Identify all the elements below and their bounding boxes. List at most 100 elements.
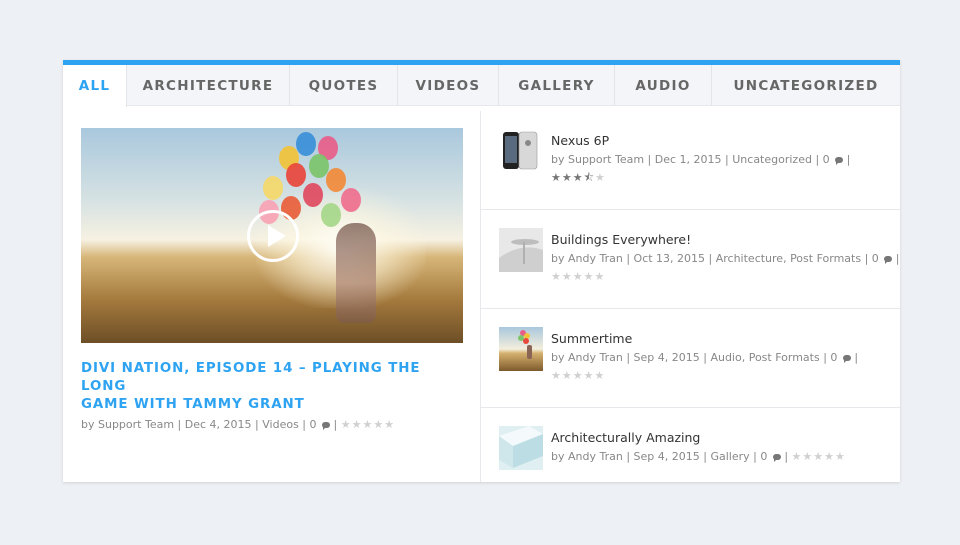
star-icon: ★ [551,369,562,382]
balloon [321,203,341,227]
star-icon: ★ [572,369,584,382]
comment-count: 0 [871,252,879,265]
comment-count: 0 [760,450,768,463]
comments-link[interactable]: 0 [310,418,331,431]
rating-stars: ★★★⯪★ [551,170,606,186]
star-icon: ★ [340,418,352,431]
author-link[interactable]: Andy Tran [568,351,623,364]
post-tabs-widget: ALL ARCHITECTURE QUOTES VIDEOS GALLERY A… [63,60,900,482]
author-link[interactable]: Support Team [98,418,174,431]
recent-posts-list: Nexus 6P by Support Team | Dec 1, 2015 |… [481,111,900,507]
featured-video-thumbnail[interactable] [81,128,463,343]
star-icon: ★ [384,418,396,431]
star-icon: ★ [835,450,846,463]
comment-count: 0 [830,351,838,364]
post-thumbnail-summer[interactable] [499,327,543,371]
star-icon: ★ [594,270,606,283]
list-item: Nexus 6P by Support Team | Dec 1, 2015 |… [481,111,900,210]
star-icon: ⯪ [583,171,596,184]
post-title[interactable]: Architecturally Amazing [551,430,700,445]
post-date: Dec 4, 2015 [184,418,252,431]
post-meta: by Andy Tran | Oct 13, 2015 | Architectu… [551,252,900,265]
comment-icon [772,454,781,462]
featured-post-title[interactable]: DIVI NATION, EPISODE 14 – PLAYING THE LO… [81,360,463,414]
featured-title-line-1: DIVI NATION, EPISODE 14 – PLAYING THE LO… [81,361,421,394]
post-thumbnail-arch[interactable] [499,426,543,470]
tab-gallery[interactable]: GALLERY [499,65,615,106]
by-label: by [551,450,565,463]
author-link[interactable]: Support Team [568,153,644,166]
list-item: Buildings Everywhere! by Andy Tran | Oct… [481,210,900,309]
rating-stars: ★★★★★ [551,368,605,384]
star-icon: ★ [813,450,825,463]
comment-icon [842,355,851,363]
tab-audio[interactable]: AUDIO [615,65,712,106]
category-link[interactable]: Architecture, Post Formats [716,252,861,265]
comments-link[interactable]: 0 [823,153,844,166]
comments-link[interactable]: 0 [872,252,893,265]
star-icon: ★ [824,450,836,463]
author-link[interactable]: Andy Tran [568,252,623,265]
category-link[interactable]: Uncategorized [732,153,812,166]
star-icon: ★ [373,418,385,431]
balloon [286,163,306,187]
post-title[interactable]: Summertime [551,331,632,346]
list-item: Summertime by Andy Tran | Sep 4, 2015 | … [481,309,900,408]
comments-link[interactable]: 0 [830,351,851,364]
post-date: Oct 13, 2015 [633,252,706,265]
star-icon: ★ [561,270,573,283]
post-title[interactable]: Nexus 6P [551,133,609,148]
post-meta: by Andy Tran | Sep 4, 2015 | Gallery | 0… [551,449,846,465]
tab-videos[interactable]: VIDEOS [398,65,499,106]
star-icon: ★ [572,171,584,184]
post-thumbnail-building[interactable] [499,228,543,272]
star-icon: ★ [551,171,562,184]
star-icon: ★ [551,270,562,283]
balloon [303,183,323,207]
category-link[interactable]: Gallery [710,450,749,463]
category-link[interactable]: Audio, Post Formats [710,351,819,364]
star-icon: ★ [594,369,606,382]
post-date: Sep 4, 2015 [633,450,700,463]
post-date: Sep 4, 2015 [633,351,700,364]
by-label: by [551,252,565,265]
girl-silhouette [336,223,376,323]
balloon [296,132,316,156]
tab-architecture[interactable]: ARCHITECTURE [127,65,290,106]
star-icon: ★ [595,171,606,184]
post-date: Dec 1, 2015 [654,153,722,166]
tab-quotes[interactable]: QUOTES [290,65,398,106]
star-icon: ★ [791,450,803,463]
post-rating: ★★★★★ [551,269,605,285]
comments-link[interactable]: 0 [760,450,781,463]
by-label: by [551,153,565,166]
featured-post-meta: by Support Team | Dec 4, 2015 | Videos |… [81,418,396,431]
post-thumbnail-phone[interactable] [499,129,543,173]
category-link[interactable]: Videos [262,418,299,431]
star-icon: ★ [561,369,573,382]
star-icon: ★ [351,418,363,431]
list-item: Architecturally Amazing by Andy Tran | S… [481,408,900,507]
tab-all[interactable]: ALL [63,65,127,107]
star-icon: ★ [583,270,595,283]
tab-content: DIVI NATION, EPISODE 14 – PLAYING THE LO… [63,111,900,482]
play-icon[interactable] [247,210,299,262]
comment-icon [835,157,844,165]
post-title[interactable]: Buildings Everywhere! [551,232,691,247]
rating-stars: ★★★★★ [551,269,605,285]
balloon [263,176,283,200]
post-rating: ★★★★★ [551,368,605,384]
featured-post: DIVI NATION, EPISODE 14 – PLAYING THE LO… [81,128,463,433]
balloon [341,188,361,212]
tab-uncategorized[interactable]: UNCATEGORIZED [712,65,900,106]
category-tabs: ALL ARCHITECTURE QUOTES VIDEOS GALLERY A… [63,65,900,107]
by-label: by [551,351,565,364]
rating-stars: ★★★★★ [792,449,846,465]
by-label: by [81,418,95,431]
star-icon: ★ [362,418,374,431]
author-link[interactable]: Andy Tran [568,450,623,463]
comment-icon [322,422,331,430]
post-rating: ★★★⯪★ [551,170,606,186]
comment-count: 0 [309,418,317,431]
balloon [326,168,346,192]
